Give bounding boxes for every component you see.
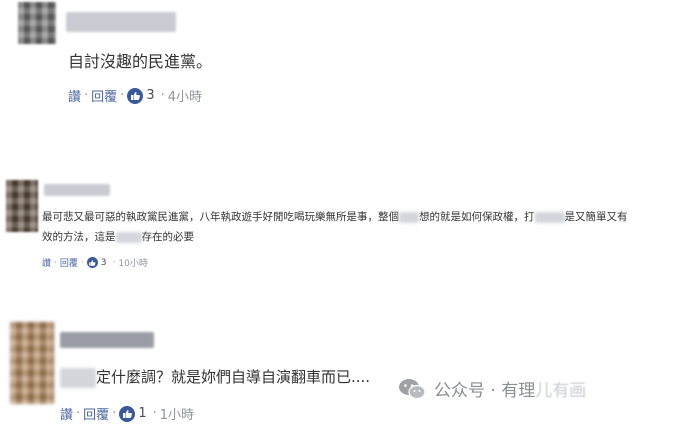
separator: · [80, 257, 84, 268]
commenter-name[interactable] [44, 184, 110, 196]
comment-text: 定什麼調？就是妳們自導自演翻車而已.... [60, 366, 370, 388]
separator: · [112, 406, 117, 421]
timestamp[interactable]: 10小時 [118, 256, 147, 269]
avatar[interactable] [10, 322, 54, 404]
redacted-text [399, 211, 419, 223]
like-count: 3 [146, 88, 155, 103]
like-link[interactable]: 讚 [60, 404, 73, 423]
thumbs-up-icon[interactable] [86, 257, 98, 268]
wechat-icon [398, 377, 426, 401]
like-count: 1 [138, 406, 147, 421]
timestamp[interactable]: 1小時 [160, 404, 194, 423]
avatar[interactable] [6, 180, 38, 232]
thumbs-up-icon[interactable] [119, 405, 136, 422]
separator: · [112, 257, 116, 268]
comment-text-line-1: 最可悲又最可惡的執政黨民進黨，八年執政遊手好閒吃喝玩樂無所是事，整個 想的就是如何… [42, 211, 628, 223]
like-link[interactable]: 讚 [68, 86, 81, 105]
redacted-text [534, 211, 565, 223]
separator: · [54, 257, 57, 268]
separator: · [160, 88, 165, 103]
separator: · [120, 88, 125, 103]
comment-text-line-2: 效的方法，這是 存在的必要 [42, 231, 194, 243]
redacted-text [115, 231, 142, 243]
like-count: 3 [100, 257, 107, 268]
reply-link[interactable]: 回覆 [83, 404, 109, 423]
comment-text: 自討沒趣的民進黨。 [68, 52, 213, 71]
reply-link[interactable]: 回覆 [60, 256, 78, 269]
commenter-name[interactable] [66, 12, 176, 32]
comment-actions: 讚 · 回覆 · 3 · 10小時 [42, 256, 148, 269]
reply-link[interactable]: 回覆 [91, 86, 117, 105]
separator: · [84, 88, 89, 103]
comment-actions: 讚 · 回覆 · 3 · 4小時 [68, 86, 202, 105]
comment-actions: 讚 · 回覆 · 1 · 1小時 [60, 404, 194, 423]
watermark-label: 公众号 · 有理 [434, 381, 536, 401]
watermark-faded: 儿有画 [535, 381, 587, 401]
like-link[interactable]: 讚 [42, 256, 51, 269]
avatar[interactable] [18, 2, 56, 44]
watermark: 公众号 · 有理 儿有画 [398, 376, 586, 401]
timestamp[interactable]: 4小時 [168, 86, 202, 105]
separator: · [152, 406, 157, 421]
commenter-name[interactable] [60, 332, 154, 348]
thumbs-up-icon[interactable] [127, 87, 144, 104]
redacted-text [60, 367, 96, 388]
separator: · [76, 406, 81, 421]
